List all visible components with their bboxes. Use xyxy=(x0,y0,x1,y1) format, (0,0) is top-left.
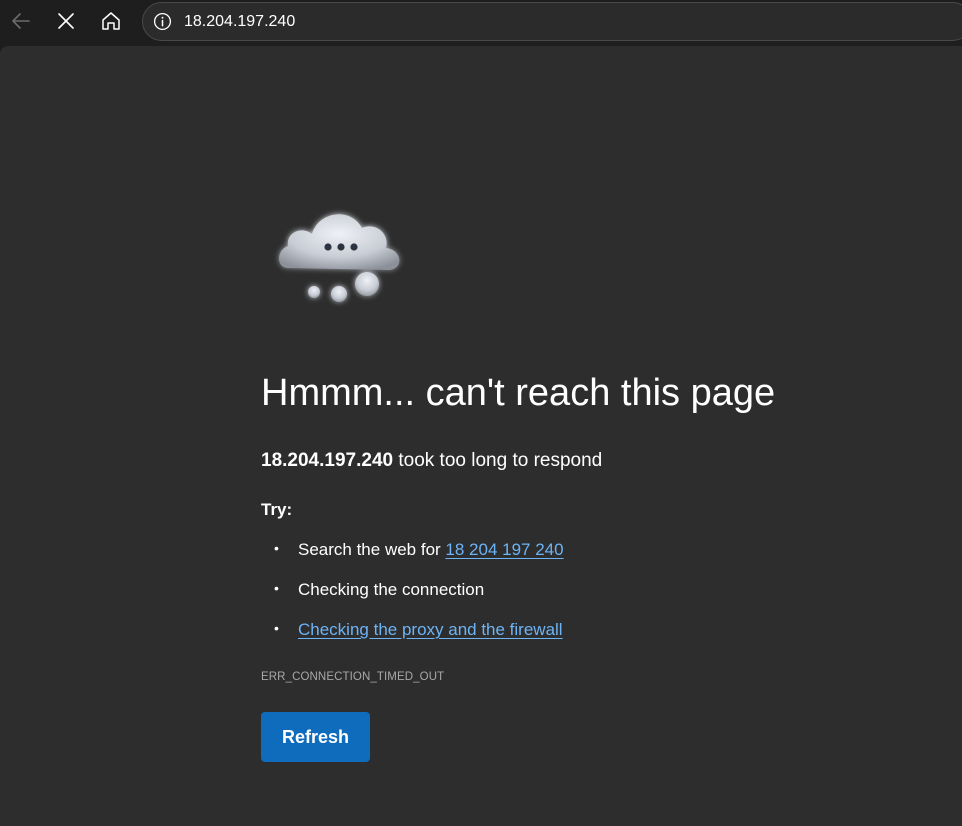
proxy-firewall-link[interactable]: Checking the proxy and the firewall xyxy=(298,620,563,639)
cloud-illustration xyxy=(279,214,400,302)
close-icon xyxy=(58,13,74,29)
refresh-button[interactable]: Refresh xyxy=(261,712,370,762)
address-bar[interactable]: 18.204.197.240 xyxy=(142,2,962,41)
home-button[interactable] xyxy=(93,4,129,38)
error-message: took too long to respond xyxy=(393,450,603,471)
suggestion-list: • Search the web for 18 204 197 240 • Ch… xyxy=(261,540,564,660)
list-item: • Search the web for 18 204 197 240 xyxy=(274,540,564,559)
error-host: 18.204.197.240 xyxy=(261,450,394,471)
stop-button[interactable] xyxy=(48,4,84,38)
error-code: ERR_CONNECTION_TIMED_OUT xyxy=(261,671,445,683)
suggestion-search-text: Search the web for xyxy=(298,540,446,559)
list-item: • Checking the connection xyxy=(274,580,485,599)
error-subtitle: 18.204.197.240 took too long to respond xyxy=(261,450,602,472)
info-icon xyxy=(153,12,171,31)
home-icon xyxy=(102,12,120,30)
url-text[interactable]: 18.204.197.240 xyxy=(184,13,295,31)
list-item: • Checking the proxy and the firewall xyxy=(274,620,563,639)
back-button[interactable] xyxy=(3,4,39,38)
suggestion-connection-text: Checking the connection xyxy=(298,580,485,599)
back-arrow-icon xyxy=(12,13,30,29)
error-title: Hmmm... can't reach this page xyxy=(261,372,776,414)
search-web-link[interactable]: 18 204 197 240 xyxy=(445,540,563,559)
browser-toolbar: 18.204.197.240 xyxy=(0,0,962,44)
error-page xyxy=(0,46,962,826)
site-info-button[interactable] xyxy=(152,12,172,32)
try-label: Try: xyxy=(261,500,293,519)
